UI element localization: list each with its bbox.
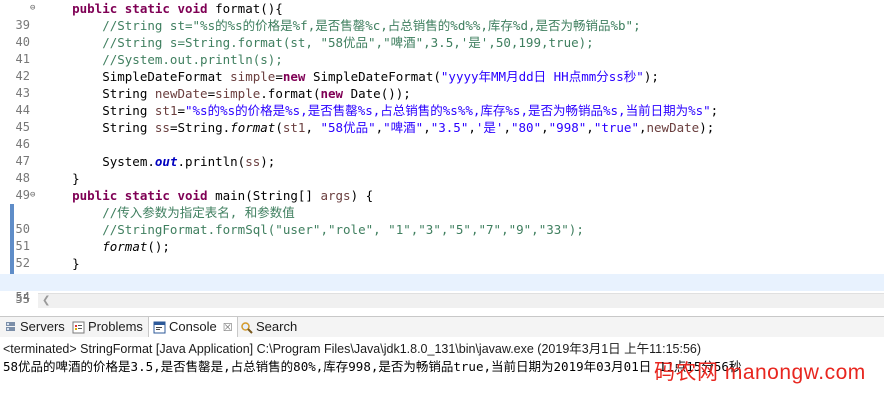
code-text: //System.out.println(s); xyxy=(42,52,283,67)
code-text: public static void main(String[] args) { xyxy=(42,188,374,203)
code-line-39[interactable]: 39 ⊖ public static void format(){ xyxy=(0,0,884,32)
close-icon[interactable]: ☒ xyxy=(223,322,233,334)
line-number: 55 xyxy=(15,292,30,306)
tab-label: Problems xyxy=(88,319,143,334)
code-line-40[interactable]: 40 //String st="%s的%s的价格是%f,是否售罄%c,占总销售的… xyxy=(0,17,884,49)
servers-icon xyxy=(4,320,17,333)
console-process-status: <terminated> StringFormat [Java Applicat… xyxy=(3,342,702,356)
code-line-46[interactable]: 46 String ss=String.format(st1, "58优品","… xyxy=(0,119,884,151)
watermark: 码农网 manongw.com xyxy=(654,361,866,384)
code-line-44[interactable]: 44 String newDate=simple.format(new Date… xyxy=(0,85,884,117)
code-text: public static void format(){ xyxy=(42,1,283,16)
code-line-41[interactable]: 41 //String s=String.format(st, "58优品","… xyxy=(0,34,884,66)
code-line-54[interactable]: 54 } xyxy=(0,255,884,304)
code-text: } xyxy=(42,171,80,186)
code-text: String ss=String.format(st1, "58优品","啤酒"… xyxy=(42,120,715,135)
code-text: String st1="%s的%s的价格是%s,是否售罄%s,占总销售的%s%%… xyxy=(42,103,719,118)
code-line-42[interactable]: 42 //System.out.println(s); xyxy=(0,51,884,83)
code-editor[interactable]: 39 ⊖ public static void format(){ 40 //S… xyxy=(0,0,884,306)
code-line-47[interactable]: 47 xyxy=(0,136,884,168)
fold-toggle-icon[interactable]: ⊖ xyxy=(30,0,39,17)
code-text: format(); xyxy=(102,239,170,254)
code-line-49[interactable]: 49 } xyxy=(0,170,884,202)
scroll-left-icon[interactable]: ❮ xyxy=(42,294,50,308)
code-text: String newDate=simple.format(new Date())… xyxy=(42,86,411,101)
tab-label: Servers xyxy=(20,319,65,334)
code-text: //String st="%s的%s的价格是%f,是否售罄%c,占总销售的%d%… xyxy=(42,18,641,33)
code-text: SimpleDateFormat simple=new SimpleDateFo… xyxy=(42,69,659,84)
code-text: } xyxy=(42,256,80,271)
code-text: //String s=String.format(st, "58优品","啤酒"… xyxy=(42,35,594,50)
code-line-43[interactable]: 43 SimpleDateFormat simple=new SimpleDat… xyxy=(0,68,884,100)
tab-problems[interactable]: Problems xyxy=(72,317,143,337)
tab-console[interactable]: Console ☒ xyxy=(148,317,238,337)
console-icon xyxy=(153,320,166,334)
tab-label: Search xyxy=(256,319,298,334)
code-text: //传入参数为指定表名, 和参数值 xyxy=(42,205,295,220)
code-line-48[interactable]: 48 System.out.println(ss); xyxy=(0,153,884,185)
fold-toggle-icon[interactable]: ⊖ xyxy=(30,187,39,204)
code-line-45[interactable]: 45 String st1="%s的%s的价格是%s,是否售罄%s,占总销售的%… xyxy=(0,102,884,134)
search-icon xyxy=(240,320,253,334)
tab-label: Console xyxy=(169,319,217,334)
tab-search[interactable]: Search xyxy=(240,317,297,337)
tab-servers[interactable]: Servers xyxy=(4,317,65,337)
code-line-55[interactable]: 55 xyxy=(0,274,884,306)
code-line-51[interactable]: 51 //传入参数为指定表名, 和参数值 xyxy=(0,204,884,253)
code-line-50[interactable]: 50 ⊖ public static void main(String[] ar… xyxy=(0,187,884,236)
code-text: //StringFormat.formSql("user","role", "1… xyxy=(42,222,584,237)
code-text: System.out.println(ss); xyxy=(42,154,276,169)
code-line-53[interactable]: 53 format(); xyxy=(0,238,884,287)
code-line-52[interactable]: 52 //StringFormat.formSql("user","role",… xyxy=(0,221,884,270)
bottom-panel-tabs: Servers Problems Console ☒ Search xyxy=(0,316,884,338)
horizontal-scrollbar[interactable]: ❮ xyxy=(38,293,884,308)
console-output[interactable]: 58优品的啤酒的价格是3.5,是否售罄是,占总销售的80%,库存998,是否为畅… xyxy=(3,356,741,375)
problems-icon xyxy=(72,320,85,334)
